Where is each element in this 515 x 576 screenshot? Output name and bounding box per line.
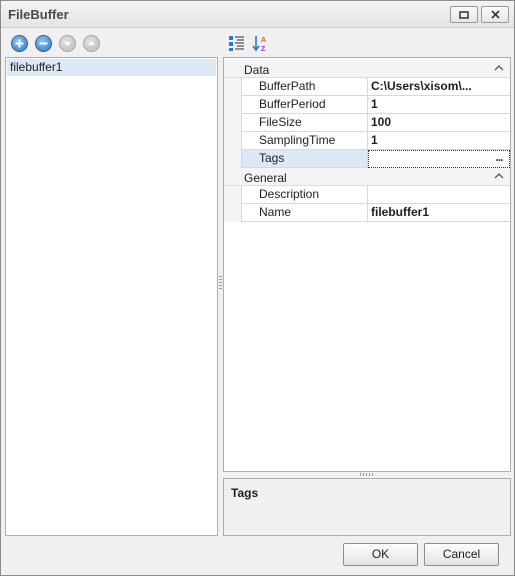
property-value-editor[interactable]: ... bbox=[368, 150, 510, 168]
description-title: Tags bbox=[231, 486, 259, 500]
close-button[interactable] bbox=[481, 6, 509, 23]
title-bar[interactable]: FileBuffer bbox=[1, 1, 514, 28]
property-name: BufferPath bbox=[241, 78, 368, 96]
property-value[interactable]: filebuffer1 bbox=[368, 204, 510, 222]
move-up-circle-icon bbox=[88, 41, 95, 45]
window-title: FileBuffer bbox=[8, 7, 69, 22]
buffer-list[interactable]: filebuffer1 bbox=[5, 57, 218, 536]
property-name: Description bbox=[241, 186, 368, 204]
move-down-circle-icon bbox=[64, 42, 71, 46]
property-row-filesize[interactable]: FileSize 100 bbox=[224, 114, 510, 132]
category-label: Data bbox=[244, 63, 270, 77]
horizontal-splitter[interactable] bbox=[360, 473, 374, 476]
ellipsis-button[interactable]: ... bbox=[491, 151, 507, 166]
property-value[interactable]: C:\Users\xisom\... bbox=[368, 78, 510, 96]
property-grid[interactable]: Data BufferPath C:\Users\xisom\... Buffe… bbox=[223, 57, 511, 472]
property-name: BufferPeriod bbox=[241, 96, 368, 114]
categorized-icon bbox=[229, 36, 244, 51]
chevron-up-icon[interactable] bbox=[494, 63, 504, 73]
alphabetical-button[interactable]: A Z bbox=[252, 34, 270, 52]
add-circle-icon bbox=[15, 39, 24, 48]
close-icon bbox=[490, 10, 500, 19]
category-label: General bbox=[244, 171, 287, 185]
move-down-button[interactable] bbox=[59, 35, 76, 52]
restore-icon bbox=[459, 10, 469, 19]
property-value[interactable]: 1 bbox=[368, 132, 510, 150]
list-item[interactable]: filebuffer1 bbox=[7, 59, 216, 76]
property-row-tags[interactable]: Tags ... bbox=[224, 150, 510, 168]
description-panel: Tags bbox=[223, 478, 511, 536]
property-value[interactable]: 1 bbox=[368, 96, 510, 114]
remove-circle-icon bbox=[39, 42, 48, 45]
property-name: SamplingTime bbox=[241, 132, 368, 150]
filebuffer-dialog: FileBuffer filebuffer1 A Z Data BufferPa… bbox=[0, 0, 515, 576]
property-name: Tags bbox=[241, 150, 368, 168]
chevron-up-icon[interactable] bbox=[494, 171, 504, 181]
vertical-splitter[interactable] bbox=[219, 276, 222, 290]
property-row-name[interactable]: Name filebuffer1 bbox=[224, 204, 510, 222]
remove-item-button[interactable] bbox=[35, 35, 52, 52]
property-row-bufferpath[interactable]: BufferPath C:\Users\xisom\... bbox=[224, 78, 510, 96]
property-value[interactable]: 100 bbox=[368, 114, 510, 132]
alphabetical-sort-icon: A Z bbox=[252, 36, 266, 52]
property-name: FileSize bbox=[241, 114, 368, 132]
property-row-bufferperiod[interactable]: BufferPeriod 1 bbox=[224, 96, 510, 114]
svg-text:A: A bbox=[261, 37, 266, 44]
category-general[interactable]: General bbox=[224, 168, 510, 186]
property-row-description[interactable]: Description bbox=[224, 186, 510, 204]
cancel-button[interactable]: Cancel bbox=[424, 543, 499, 566]
restore-button[interactable] bbox=[450, 6, 478, 23]
category-data[interactable]: Data bbox=[224, 60, 510, 78]
categorized-button[interactable] bbox=[228, 34, 246, 52]
ok-button[interactable]: OK bbox=[343, 543, 418, 566]
svg-text:Z: Z bbox=[261, 46, 266, 52]
move-up-button[interactable] bbox=[83, 35, 100, 52]
property-value[interactable] bbox=[368, 186, 510, 204]
add-item-button[interactable] bbox=[11, 35, 28, 52]
property-row-samplingtime[interactable]: SamplingTime 1 bbox=[224, 132, 510, 150]
property-name: Name bbox=[241, 204, 368, 222]
